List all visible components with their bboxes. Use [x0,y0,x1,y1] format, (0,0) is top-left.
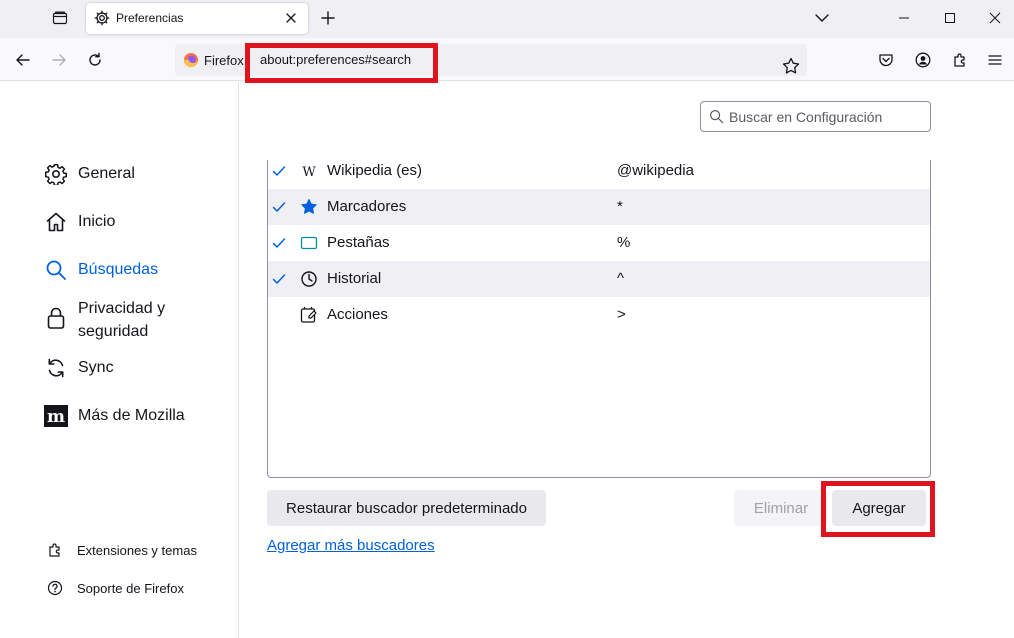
sidebar-footer-support[interactable]: Soporte de Firefox [46,579,184,597]
firefox-view-button[interactable] [46,6,74,30]
svg-text:m: m [47,407,65,427]
hamburger-menu-icon [988,55,1002,65]
chevron-down-icon[interactable] [812,8,832,28]
nav-bar: Firefox about:preferences#search [0,38,1014,81]
engine-name: Pestañas [327,234,390,251]
firefox-logo-icon [184,53,198,67]
close-icon [989,12,1001,24]
bookmark-star-icon[interactable] [781,56,801,76]
plus-icon [321,11,335,25]
engine-row-actions[interactable]: Acciones > [268,297,930,333]
checkmark-icon[interactable] [271,271,287,287]
add-more-engines-link[interactable]: Agregar más buscadores [267,537,435,554]
home-icon [44,210,68,234]
minimize-icon [899,17,909,19]
engine-row-wikipedia[interactable]: W Wikipedia (es) @wikipedia [268,160,930,189]
search-icon [44,258,68,282]
account-button[interactable] [913,50,933,70]
sidebar-item-label: Inicio [78,213,116,230]
footer-label: Extensiones y temas [77,542,197,558]
categories-sidebar: General Inicio Búsquedas Privacidad y se… [0,82,239,638]
sidebar-item-label: Más de Mozilla [78,407,185,424]
close-window-button[interactable] [973,0,1014,36]
gear-icon [44,162,68,186]
checkmark-icon[interactable] [271,199,287,215]
svg-text:W: W [302,165,316,180]
star-icon [300,198,318,216]
sidebar-item-label: Sync [78,359,114,376]
tab-icon [300,234,318,252]
account-icon [915,52,931,68]
engine-keyword[interactable]: @wikipedia [617,162,694,179]
arrow-right-icon [52,54,66,66]
sidebar-item-general[interactable]: General [44,162,135,186]
reload-button[interactable] [85,50,105,70]
pocket-icon [879,54,893,67]
pocket-button[interactable] [876,50,896,70]
tab-strip: Preferencias [0,0,1014,38]
engine-name: Historial [327,270,382,287]
footer-label: Soporte de Firefox [77,580,184,596]
sidebar-item-label: General [78,165,135,182]
engine-keyword[interactable]: ^ [617,270,624,287]
identity-box[interactable]: Firefox [183,44,244,76]
sidebar-footer-extensions[interactable]: Extensiones y temas [46,541,197,559]
puzzle-icon [954,53,965,67]
restore-default-engines-button[interactable]: Restaurar buscador predeterminado [267,490,546,526]
engine-row-tabs[interactable]: Pestañas % [268,225,930,261]
checkmark-icon[interactable] [271,163,287,179]
minimize-button[interactable] [882,0,926,36]
firefox-view-icon [52,11,68,25]
sidebar-item-sync[interactable]: Sync [44,356,114,380]
sidebar-item-search[interactable]: Búsquedas [44,258,158,282]
sidebar-item-label: Búsquedas [78,261,159,278]
reload-icon [89,52,101,66]
url-highlight-annotation [245,43,438,83]
sidebar-item-label: Privacidad y seguridad [78,300,166,340]
tab-title: Preferencias [116,11,184,25]
engine-row-bookmarks[interactable]: Marcadores * [268,189,930,225]
engine-row-history[interactable]: Historial ^ [268,261,930,297]
arrow-left-icon [16,54,30,66]
mozilla-icon: m [44,404,68,428]
search-icon [709,109,724,124]
engine-keyword[interactable]: > [617,306,626,323]
close-tab-icon[interactable] [284,11,298,25]
engine-name: Acciones [327,306,388,323]
identity-label: Firefox [204,52,244,68]
actions-icon [300,306,318,324]
engine-name: Marcadores [327,198,407,215]
sidebar-item-home[interactable]: Inicio [44,210,115,234]
engine-keyword[interactable]: % [617,234,630,251]
app-menu-button[interactable] [985,50,1005,70]
wikipedia-icon: W [300,162,318,180]
sidebar-item-privacy[interactable]: Privacidad y seguridad [44,297,198,343]
search-shortcuts-list[interactable]: W Wikipedia (es) @wikipedia Marcadores *… [267,160,931,478]
settings-search-box[interactable] [700,101,931,132]
clock-icon [300,270,318,288]
extensions-button[interactable] [950,50,970,70]
lock-icon [44,306,68,330]
add-button-highlight-annotation [821,481,935,537]
help-icon [46,579,64,597]
engine-keyword[interactable]: * [617,198,623,215]
forward-button[interactable] [49,50,69,70]
settings-search-input[interactable] [729,105,925,128]
maximize-button[interactable] [928,0,972,36]
gear-icon [94,10,110,26]
maximize-icon [945,13,955,23]
sync-icon [44,356,68,380]
sidebar-item-mozilla[interactable]: m Más de Mozilla [44,404,185,428]
tab-preferences[interactable]: Preferencias [86,3,308,34]
back-button[interactable] [13,50,33,70]
checkmark-icon[interactable] [271,235,287,251]
remove-engine-button[interactable]: Eliminar [734,490,828,526]
puzzle-icon [46,541,64,559]
engine-name: Wikipedia (es) [327,162,423,179]
new-tab-button[interactable] [318,8,338,28]
